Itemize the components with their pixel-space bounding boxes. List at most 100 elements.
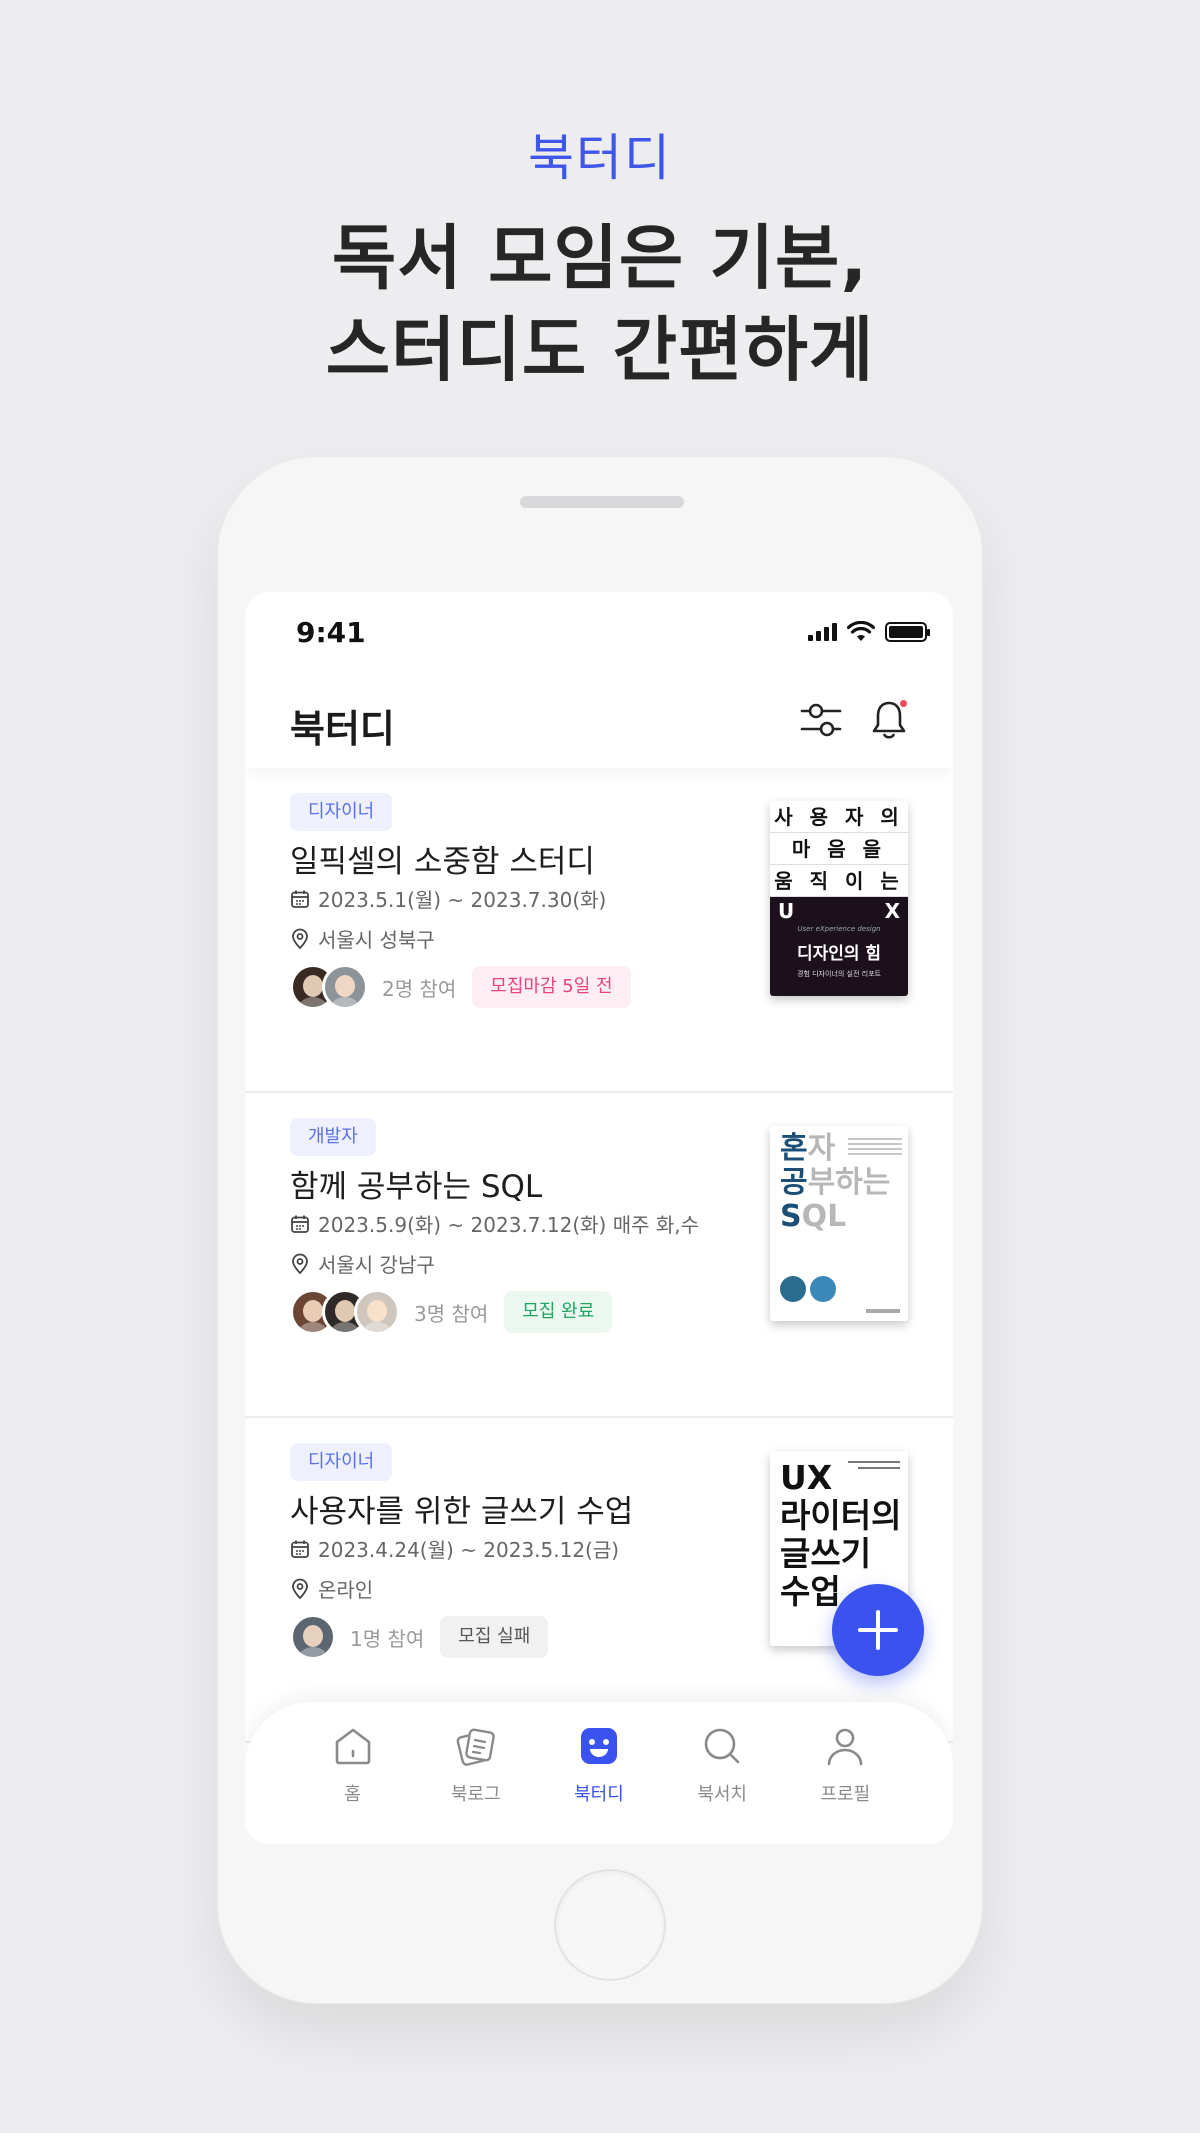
location-pin-icon [292, 1253, 308, 1274]
status-time: 9:41 [296, 616, 366, 649]
study-card[interactable]: 디자이너 사용자를 위한 글쓰기 수업 2023.4.24(월) ~ 2023.… [245, 1418, 953, 1743]
search-icon [704, 1728, 740, 1764]
study-location: 서울시 성북구 [318, 928, 435, 952]
app-title: 북터디 [290, 707, 395, 751]
book-dark-panel: U X User eXperience design 디자인의 힘 경험 디자이… [770, 897, 908, 996]
status-icons [808, 618, 930, 646]
book-log-icon [456, 1728, 495, 1766]
study-date: 2023.5.9(화) ~ 2023.7.12(화) 매주 화,수 [318, 1213, 700, 1237]
nav-item-booklog[interactable]: 북로그 [426, 1724, 526, 1844]
participant-count: 2명 참여 [382, 976, 457, 1001]
app-header: 북터디 [245, 672, 953, 768]
study-location-row: 서울시 강남구 [290, 1249, 435, 1278]
study-title: 함께 공부하는 SQL [290, 1169, 543, 1205]
hero-kicker: 북터디 [528, 129, 672, 187]
avatar [354, 1289, 400, 1335]
notification-button[interactable] [865, 696, 913, 744]
location-pin-icon [292, 928, 308, 949]
book-title-key: 혼 [780, 1131, 808, 1166]
book-title-key: S [780, 1199, 802, 1234]
book-title-line: SQL [780, 1200, 846, 1234]
home-icon [335, 1728, 370, 1765]
cellular-signal-icon [808, 623, 837, 641]
study-location-row: 온라인 [290, 1574, 373, 1603]
study-date: 2023.5.1(월) ~ 2023.7.30(화) [318, 888, 607, 912]
recruit-status-badge: 모집 완료 [504, 1291, 613, 1333]
avatar [290, 1614, 336, 1660]
study-card[interactable]: 개발자 함께 공부하는 SQL 2023.5.9(화) ~ 2023.7.12(… [245, 1093, 953, 1418]
nav-label: 프로필 [820, 1784, 871, 1805]
book-tagline: 경험 디자이너의 실전 리포트 [797, 970, 881, 978]
book-publisher-mark [866, 1309, 900, 1313]
location-pin-icon [292, 1578, 308, 1599]
battery-icon [885, 622, 930, 642]
study-date: 2023.4.24(월) ~ 2023.5.12(금) [318, 1538, 620, 1562]
book-title-line: 혼자 [780, 1132, 835, 1166]
study-date-row: 2023.5.9(화) ~ 2023.7.12(화) 매주 화,수 [290, 1209, 699, 1238]
phone-frame: 9:41 북터디 디자이너 일픽셀의 소중함 스터디 2023.5.1(월) ~… [217, 456, 983, 2004]
study-participants-row: 2명 참여 모집마감 5일 전 [290, 964, 631, 1010]
book-title-line: 움 직 이 는 [770, 865, 908, 897]
participant-count: 3명 참여 [414, 1301, 489, 1326]
nav-item-home[interactable]: 홈 [303, 1724, 403, 1844]
book-title-line: 글쓰기 [780, 1534, 872, 1573]
add-study-fab[interactable] [832, 1584, 924, 1676]
calendar-icon [291, 890, 309, 908]
nav-label: 북서치 [697, 1784, 747, 1805]
phone-home-button[interactable] [556, 1871, 664, 1979]
study-tag: 디자이너 [290, 793, 393, 831]
recruit-status-badge: 모집 실패 [440, 1616, 549, 1658]
study-title: 사용자를 위한 글쓰기 수업 [290, 1494, 634, 1530]
study-participants-row: 1명 참여 모집 실패 [290, 1614, 549, 1660]
filter-sliders-icon [800, 703, 842, 737]
phone-speaker [520, 496, 684, 508]
book-title-line: 마 음 을 [770, 833, 908, 865]
calendar-icon [291, 1215, 309, 1233]
study-location-row: 서울시 성북구 [290, 924, 435, 953]
book-title-line: 사 용 자 의 [770, 801, 908, 833]
notification-dot [900, 700, 907, 707]
book-fine-print [848, 1138, 902, 1162]
study-participants-row: 3명 참여 모집 완료 [290, 1289, 613, 1335]
study-title: 일픽셀의 소중함 스터디 [290, 844, 595, 880]
book-cover: 사 용 자 의 마 음 을 움 직 이 는 U X User eXperienc… [770, 801, 908, 996]
hero-title-line-1: 독서 모임은 기본, [331, 217, 869, 299]
status-bar: 9:41 [245, 592, 953, 672]
study-location: 서울시 강남구 [318, 1253, 435, 1277]
study-card[interactable]: 디자이너 일픽셀의 소중함 스터디 2023.5.1(월) ~ 2023.7.3… [245, 768, 953, 1093]
book-title-line: 공부하는 [780, 1166, 890, 1200]
recruit-status-badge: 모집마감 5일 전 [472, 966, 631, 1008]
nav-item-bookstudy[interactable]: 북터디 [549, 1724, 649, 1844]
nav-item-booksearch[interactable]: 북서치 [672, 1724, 772, 1844]
avatar [322, 964, 368, 1010]
filter-button[interactable] [797, 696, 845, 744]
study-tag: 개발자 [290, 1118, 376, 1156]
book-title-line: X [884, 899, 900, 923]
book-title-rest: 부하는 [807, 1165, 891, 1200]
nav-label: 북터디 [574, 1784, 624, 1805]
wifi-icon [847, 621, 875, 641]
hero-title-line-2: 스터디도 간편하게 [325, 309, 875, 391]
book-cover: 혼자 공부하는 SQL [770, 1126, 908, 1321]
participant-avatars [290, 1289, 400, 1335]
nav-item-profile[interactable]: 프로필 [795, 1724, 895, 1844]
participant-count: 1명 참여 [350, 1626, 425, 1651]
nav-label: 북로그 [450, 1784, 501, 1805]
participant-avatars [290, 1614, 336, 1660]
study-date-row: 2023.5.1(월) ~ 2023.7.30(화) [290, 884, 606, 913]
book-subtitle: User eXperience design [797, 925, 881, 933]
book-badges [780, 1276, 836, 1302]
calendar-icon [291, 1540, 309, 1558]
nav-label: 홈 [344, 1784, 361, 1805]
plus-icon [858, 1610, 898, 1650]
bottom-nav: 홈 북로그 북터디 북서치 프로필 [245, 1702, 953, 1844]
book-title-line: 디자인의 힘 [796, 944, 882, 964]
book-title-key: 공 [780, 1165, 808, 1200]
participant-avatars [290, 964, 368, 1010]
hero-title: 독서 모임은 기본, 스터디도 간편하게 [0, 212, 1200, 396]
book-title-rest: QL [801, 1199, 847, 1234]
profile-icon [828, 1728, 863, 1766]
study-location: 온라인 [318, 1578, 374, 1602]
book-title-line: UX [780, 1458, 833, 1497]
book-title-rest: 자 [807, 1131, 836, 1166]
